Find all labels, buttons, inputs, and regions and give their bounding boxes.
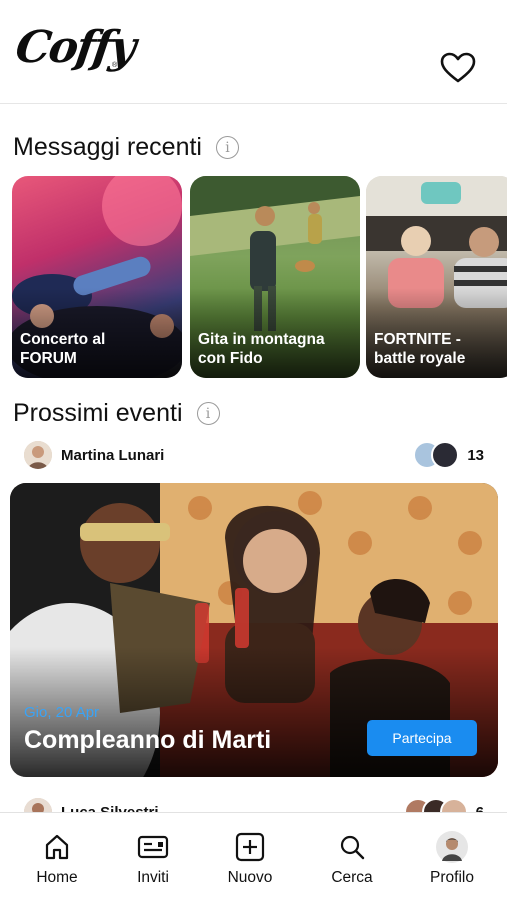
- message-card-title-line1: FORTNITE -: [374, 331, 461, 348]
- message-card-title-line2: FORUM: [20, 350, 77, 367]
- nav-label: Home: [36, 869, 78, 886]
- app-logo: Coffy: [12, 22, 138, 73]
- upcoming-events-header: Prossimi eventi i: [13, 399, 220, 428]
- app-header: Coffy ®: [0, 0, 507, 104]
- event-date: Gio, 20 Apr: [24, 704, 100, 721]
- search-icon: [336, 831, 368, 863]
- message-card-hike[interactable]: Gita in montagna con Fido: [190, 176, 360, 378]
- nav-profile[interactable]: Profilo: [412, 813, 492, 900]
- nav-invites[interactable]: Inviti: [113, 813, 193, 900]
- nav-new[interactable]: Nuovo: [210, 813, 290, 900]
- nav-home[interactable]: Home: [17, 813, 97, 900]
- upcoming-events-title: Prossimi eventi: [13, 399, 183, 427]
- avatar-icon: [436, 831, 468, 863]
- attendee-avatar: [431, 441, 460, 469]
- message-card-concert[interactable]: Concerto al FORUM: [12, 176, 182, 378]
- attendee-count: 13: [467, 446, 484, 464]
- info-icon[interactable]: i: [215, 136, 239, 159]
- author-avatar[interactable]: [24, 441, 52, 469]
- message-card-title-line1: Gita in montagna: [198, 331, 325, 348]
- nav-search[interactable]: Cerca: [312, 813, 392, 900]
- message-card-title-line1: Concerto al: [20, 331, 106, 348]
- heart-icon: [440, 52, 476, 83]
- nav-label: Inviti: [137, 869, 169, 886]
- bottom-navigation: Home Inviti Nuovo Cerca Profilo: [0, 812, 507, 900]
- join-event-button[interactable]: Partecipa: [367, 720, 477, 756]
- recent-messages-title: Messaggi recenti: [13, 133, 202, 161]
- info-icon[interactable]: i: [196, 402, 220, 425]
- recent-messages-carousel[interactable]: Concerto al FORUM Gita in montagna con F…: [12, 176, 507, 378]
- attendees-group[interactable]: 13: [413, 439, 484, 471]
- message-card-title-line2: battle royale: [374, 350, 466, 367]
- message-card-fortnite[interactable]: FORTNITE - battle royale: [366, 176, 507, 378]
- author-name[interactable]: Martina Lunari: [61, 447, 164, 464]
- home-icon: [41, 831, 73, 863]
- plus-square-icon: [234, 831, 266, 863]
- recent-messages-header: Messaggi recenti i: [13, 133, 239, 162]
- event-card[interactable]: Gio, 20 Apr Compleanno di Marti Partecip…: [10, 483, 498, 777]
- nav-label: Nuovo: [227, 869, 273, 886]
- event-author-row[interactable]: Martina Lunari 13: [24, 439, 484, 471]
- logo-registered-mark: ®: [112, 62, 118, 69]
- favorites-button[interactable]: [438, 50, 478, 86]
- event-title: Compleanno di Marti: [24, 726, 272, 754]
- message-card-title-line2: con Fido: [198, 350, 263, 367]
- ticket-icon: [137, 831, 169, 863]
- nav-label: Profilo: [430, 869, 474, 886]
- nav-label: Cerca: [331, 869, 373, 886]
